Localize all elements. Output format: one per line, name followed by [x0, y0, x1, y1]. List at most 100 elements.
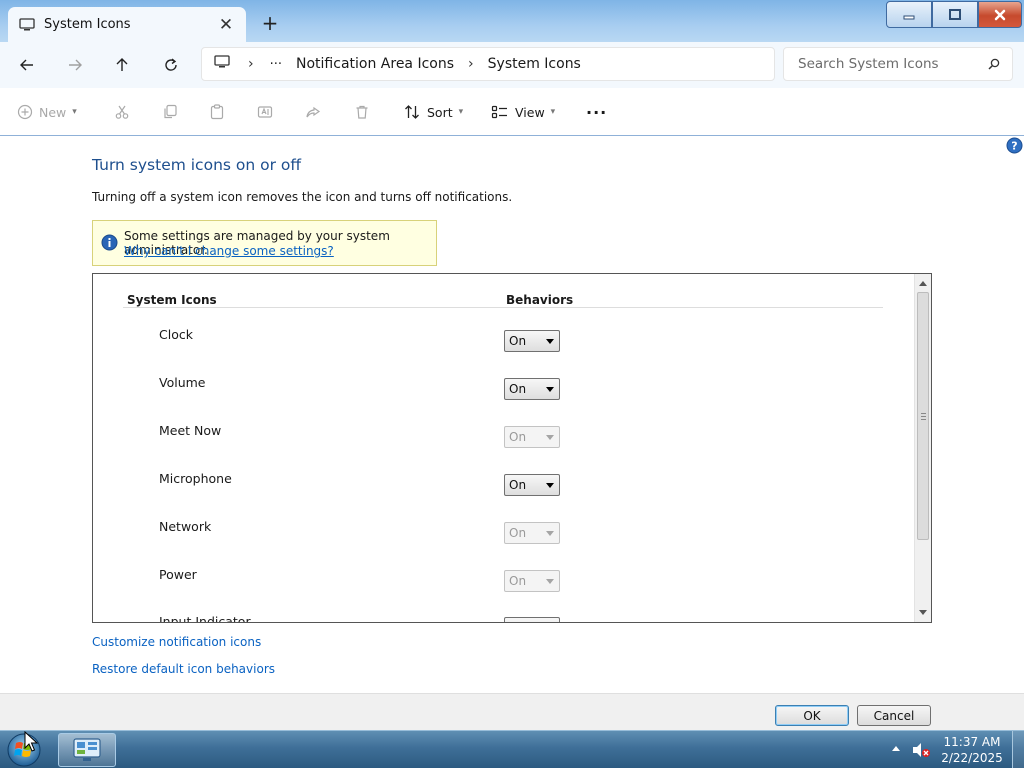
why-cant-i-change-link[interactable]: Why can't I change some settings? [124, 244, 334, 258]
volume-muted-icon[interactable] [911, 741, 931, 759]
search-box[interactable] [783, 47, 1013, 81]
refresh-button[interactable] [157, 51, 185, 79]
row-label-input-indicator: Input Indicator [159, 614, 251, 623]
new-label: New [39, 104, 67, 120]
cancel-button[interactable]: Cancel [857, 705, 931, 726]
rename-button[interactable] [257, 100, 273, 124]
dropdown-arrow-icon [546, 579, 554, 584]
close-window-button[interactable] [978, 1, 1022, 28]
sort-button[interactable]: Sort ▾ [404, 100, 463, 124]
control-panel-icon [73, 738, 101, 761]
microphone-behavior-dropdown[interactable]: On [504, 474, 560, 496]
chevron-right-icon: › [468, 56, 474, 72]
header-divider [123, 307, 883, 308]
dropdown-value: On [509, 334, 527, 348]
delete-button[interactable] [354, 100, 370, 124]
more-options-button[interactable]: ··· [586, 100, 607, 124]
view-icon [491, 105, 507, 119]
paste-button[interactable] [209, 100, 225, 124]
dropdown-value: On [509, 430, 527, 444]
copy-icon [164, 104, 177, 119]
navigation-bar: › ··· Notification Area Icons › System I… [0, 42, 1024, 88]
system-icons-list: System Icons Behaviors Clock On Volume O… [92, 273, 932, 623]
maximize-button[interactable] [932, 1, 978, 28]
meet-now-behavior-dropdown: On [504, 426, 560, 448]
taskbar: 11:37 AM 2/22/2025 [0, 730, 1024, 768]
dropdown-value: On [509, 478, 527, 492]
scroll-down-icon[interactable] [919, 610, 927, 615]
sort-icon [405, 105, 419, 119]
clock-behavior-dropdown[interactable]: On [504, 330, 560, 352]
dropdown-value: On [509, 382, 527, 396]
cut-button[interactable] [114, 100, 130, 124]
computer-icon [214, 55, 230, 73]
input-indicator-behavior-dropdown[interactable] [504, 617, 560, 622]
taskbar-clock[interactable]: 11:37 AM 2/22/2025 [940, 734, 1004, 766]
page-title: Turn system icons on or off [92, 156, 302, 174]
grip-icon [921, 413, 926, 420]
rename-icon [257, 106, 273, 118]
scroll-thumb[interactable] [917, 292, 929, 540]
trash-icon [356, 105, 368, 119]
network-behavior-dropdown: On [504, 522, 560, 544]
dropdown-arrow-icon [546, 435, 554, 440]
minimize-icon [903, 15, 915, 19]
breadcrumb-notification-area-icons[interactable]: Notification Area Icons [296, 56, 454, 72]
arrow-left-icon [20, 59, 33, 71]
chevron-down-icon: ▾ [550, 107, 556, 117]
share-button[interactable] [305, 100, 321, 124]
forward-button[interactable] [61, 51, 89, 79]
new-tab-button[interactable]: + [260, 12, 280, 34]
sort-label: Sort [427, 104, 453, 120]
tab-close-button[interactable]: ✕ [216, 15, 236, 35]
view-label: View [515, 104, 545, 120]
show-hidden-icons-button[interactable] [892, 746, 900, 751]
search-icon [988, 58, 1000, 70]
help-icon[interactable]: ? [1006, 137, 1023, 154]
tab-title: System Icons [44, 17, 131, 32]
search-input[interactable] [798, 56, 988, 72]
clock-date: 2/22/2025 [941, 751, 1003, 765]
breadcrumb-system-icons[interactable]: System Icons [488, 56, 581, 72]
new-button[interactable]: New ▾ [17, 100, 77, 124]
dropdown-arrow-icon [546, 483, 554, 488]
share-icon [306, 106, 321, 118]
row-label-volume: Volume [159, 375, 206, 390]
breadcrumb-more-button[interactable]: ··· [270, 57, 282, 72]
minimize-button[interactable] [886, 1, 932, 28]
dropdown-arrow-icon [546, 387, 554, 392]
computer-icon [18, 16, 36, 34]
mouse-cursor-icon [24, 730, 39, 753]
tab-system-icons[interactable]: System Icons ✕ [8, 7, 246, 42]
dropdown-value: On [509, 574, 527, 588]
show-desktop-button[interactable] [1012, 731, 1024, 768]
restore-default-behaviors-link[interactable]: Restore default icon behaviors [92, 662, 275, 676]
close-icon [994, 9, 1006, 20]
chevron-down-icon: ▾ [72, 107, 77, 117]
taskbar-control-panel-button[interactable] [58, 733, 116, 767]
plus-circle-icon [17, 104, 33, 120]
row-label-power: Power [159, 567, 197, 582]
ok-button[interactable]: OK [775, 705, 849, 726]
info-bar: Some settings are managed by your system… [92, 220, 437, 266]
row-label-microphone: Microphone [159, 471, 232, 486]
maximize-icon [949, 8, 961, 20]
up-button[interactable] [108, 51, 136, 79]
power-behavior-dropdown: On [504, 570, 560, 592]
clock-time: 11:37 AM [943, 735, 1001, 749]
dialog-footer: OK Cancel [0, 693, 1024, 730]
address-bar[interactable]: › ··· Notification Area Icons › System I… [201, 47, 775, 81]
title-bar: System Icons ✕ + [0, 0, 1024, 42]
row-label-clock: Clock [159, 327, 193, 342]
copy-button[interactable] [162, 100, 178, 124]
view-button[interactable]: View ▾ [491, 100, 555, 124]
column-header-system-icons: System Icons [127, 293, 217, 307]
volume-behavior-dropdown[interactable]: On [504, 378, 560, 400]
vertical-scrollbar[interactable] [914, 274, 931, 622]
customize-notification-icons-link[interactable]: Customize notification icons [92, 635, 261, 649]
back-button[interactable] [13, 51, 41, 79]
arrow-up-icon [116, 58, 128, 71]
chevron-down-icon: ▾ [458, 107, 464, 117]
scroll-up-icon[interactable] [919, 281, 927, 286]
chevron-right-icon: › [248, 56, 254, 72]
